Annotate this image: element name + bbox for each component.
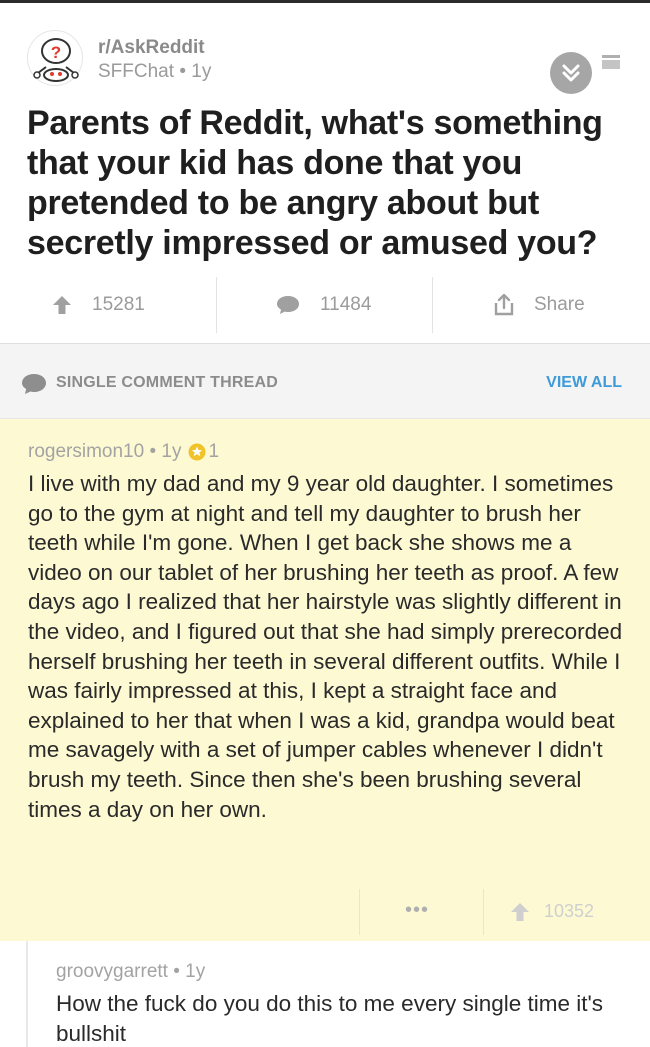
upvote-button[interactable]: 15281 (52, 275, 145, 335)
action-divider (216, 277, 217, 333)
comment-count: 11484 (320, 294, 372, 315)
more-options-button[interactable]: ••• (405, 899, 429, 922)
single-comment-thread-bar: SINGLE COMMENT THREAD VIEW ALL (0, 343, 650, 419)
comment-score: 10352 (544, 901, 595, 921)
reply-meta: groovygarrett • 1y (56, 961, 205, 983)
post-header: ? r/AskReddit SFFChat • 1y Parents of Re… (0, 3, 650, 343)
meta-separator: • (173, 961, 186, 982)
subreddit-name[interactable]: r/AskReddit (98, 37, 205, 59)
reply-author[interactable]: groovygarrett (56, 961, 168, 982)
reply-body: How the fuck do you do this to me every … (56, 991, 604, 1046)
view-all-link[interactable]: VIEW ALL (546, 374, 622, 392)
upvote-arrow-icon (53, 296, 71, 314)
bookmark-icon[interactable] (602, 55, 620, 69)
share-label: Share (534, 294, 585, 315)
askreddit-snoo-icon[interactable]: ? (27, 30, 83, 86)
action-divider (359, 889, 360, 935)
comment-action-bar: ••• 10352 (0, 889, 650, 935)
comment-body: I live with my dad and my 9 year old dau… (28, 471, 623, 822)
svg-text:?: ? (51, 43, 61, 62)
speech-bubble-icon (22, 374, 46, 394)
highlighted-comment: rogersimon10 • 1y 1 I live with my dad a… (0, 419, 650, 941)
reply-age: 1y (185, 961, 206, 982)
double-chevron-down-icon (562, 64, 580, 82)
post-action-bar: 15281 11484 Share (0, 275, 650, 335)
collapse-button[interactable] (550, 52, 592, 94)
speech-bubble-icon (277, 296, 299, 314)
share-icon (494, 294, 514, 316)
post-age: 1y (191, 61, 212, 82)
comment-author[interactable]: rogersimon10 (28, 441, 144, 463)
reply-comment: groovygarrett • 1y How the fuck do you d… (0, 941, 650, 1047)
comment-meta: rogersimon10 • 1y 1 (28, 441, 219, 463)
meta-separator: • (144, 441, 162, 462)
comments-button[interactable]: 11484 (276, 275, 371, 335)
thread-label: SINGLE COMMENT THREAD (56, 374, 278, 391)
comment-age: 1y (161, 441, 182, 462)
upvote-arrow-icon (511, 902, 529, 921)
comment-upvote-button[interactable]: 10352 (510, 901, 594, 922)
action-divider (483, 889, 484, 935)
post-title[interactable]: Parents of Reddit, what's something that… (27, 103, 627, 263)
gilded-count: 1 (208, 441, 220, 462)
meta-separator: • (179, 61, 192, 82)
share-button[interactable]: Share (494, 275, 585, 335)
post-author[interactable]: SFFChat (98, 61, 174, 82)
post-meta: SFFChat • 1y (98, 61, 211, 83)
gold-star-icon (188, 443, 206, 461)
thread-indent-line[interactable] (26, 941, 28, 1047)
action-divider (432, 277, 433, 333)
upvote-count: 15281 (92, 294, 145, 315)
